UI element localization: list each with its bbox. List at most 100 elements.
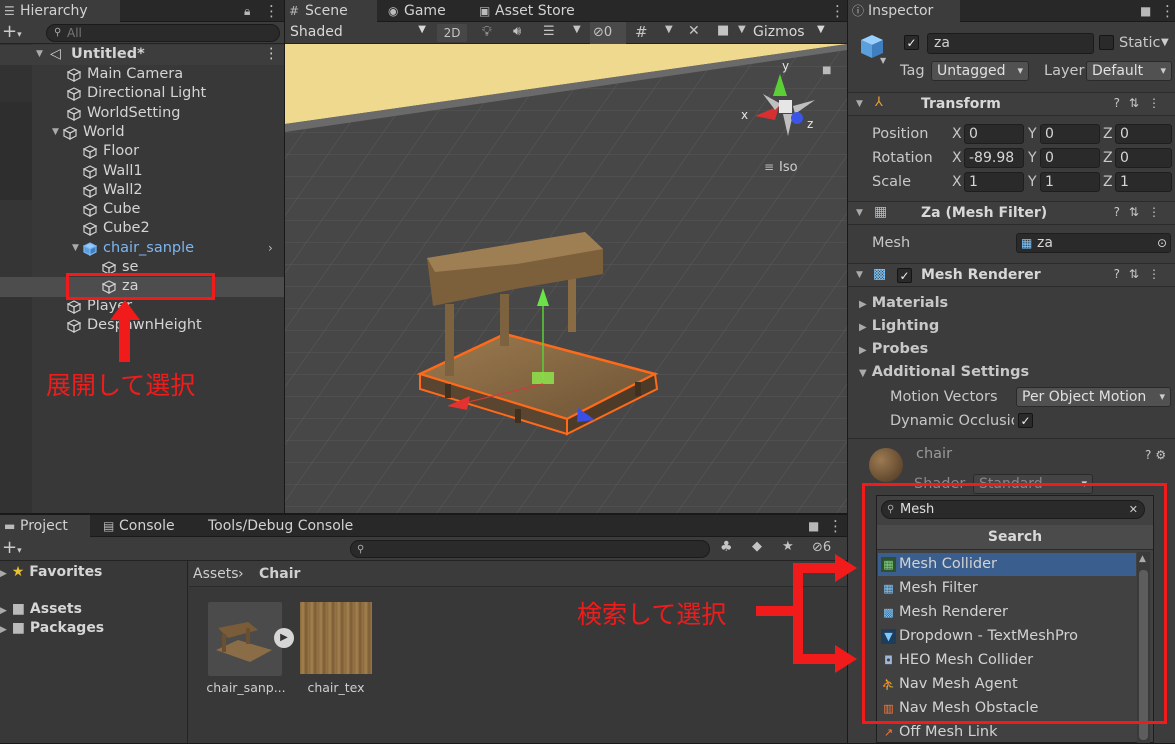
tab-asset-store[interactable]: ▣ Asset Store [475,0,595,22]
mesh-renderer-enabled-checkbox[interactable]: ✓ [897,268,912,283]
dynamic-occlusion-checkbox[interactable]: ✓ [1018,413,1033,428]
component-header-icons[interactable]: ?⇅⋮ [1114,96,1169,110]
collapse-arrow-icon[interactable]: ▼ [856,208,863,218]
hierarchy-item[interactable]: ▼ World [0,123,284,143]
favorite-star-icon[interactable]: ★ [782,539,794,554]
tab-debug-console[interactable]: Tools/Debug Console [188,515,368,537]
expand-arrow-icon[interactable]: ▼ [72,239,79,259]
breadcrumb-assets[interactable]: Assets [193,561,239,587]
asset-chair-texture[interactable] [300,602,372,674]
assets-folder[interactable]: ▶ ■ Assets [0,601,82,617]
project-lock-icon[interactable]: ■ [808,515,819,537]
tab-scene[interactable]: # Scene [285,0,377,22]
mesh-filter-header[interactable]: ▼ ▦ Za (Mesh Filter) ?⇅⋮ [848,201,1175,225]
camera-dropdown-icon[interactable]: ▼ [738,24,746,35]
play-preview-button[interactable]: ▶ [274,628,294,648]
tab-inspector[interactable]: ⓘ Inspector [848,0,960,22]
object-name-input[interactable]: za [927,33,1094,54]
expand-arrow-icon[interactable]: ▼ [52,123,59,143]
position-z-field[interactable]: 0 [1115,124,1172,144]
camera-icon[interactable]: ■ [717,23,729,38]
expand-arrow-icon[interactable]: ▶ [0,625,7,635]
tools-icon[interactable]: ✕ [688,23,700,39]
hierarchy-item[interactable]: DespawnHeight [0,316,284,336]
material-header-icons[interactable]: ?⚙ [1145,448,1170,462]
audio-toggle-icon[interactable]: 🔊︎ [513,24,521,39]
hierarchy-item[interactable]: ▼ chair_sanple › [0,239,284,259]
static-checkbox[interactable] [1099,35,1114,50]
lighting-foldout[interactable]: ▶ Lighting [859,318,939,334]
project-search-input[interactable]: ⚲ [350,540,710,558]
scene-more-options-icon[interactable]: ⋮ [830,0,845,22]
rotation-z-field[interactable]: 0 [1115,148,1172,168]
component-header-icons[interactable]: ?⇅⋮ [1114,205,1169,219]
effects-toggle-icon[interactable]: ☰ [543,24,555,39]
projection-menu-icon[interactable]: ≡ [764,160,774,174]
scene-viewport[interactable]: y x z ■ ≡ Iso [285,44,847,513]
popup-component-item[interactable]: ↗ Off Mesh Link [878,721,1136,744]
hierarchy-item[interactable]: WorldSetting [0,104,284,124]
materials-foldout[interactable]: ▶ Materials [859,295,948,311]
asset-chair-model[interactable]: ▶ [208,602,294,676]
inspector-lock-icon[interactable]: ■ [1140,0,1151,22]
rotation-y-field[interactable]: 0 [1040,148,1100,168]
transform-header[interactable]: ▼ ⅄ Transform ?⇅⋮ [848,92,1175,116]
scene-lock-icon[interactable]: ■ [822,65,831,76]
shading-mode-dropdown[interactable]: Shaded ▼ [290,24,430,40]
layer-dropdown[interactable]: Default [1086,61,1172,81]
filter-label-icon[interactable]: ◆ [752,539,762,554]
favorites-item[interactable]: ▶ ★ Favorites [0,564,102,580]
project-create-button[interactable]: +▾ [2,537,22,562]
position-y-field[interactable]: 0 [1040,124,1100,144]
expand-arrow-icon[interactable]: ▶ [0,606,7,616]
inspector-more-options-icon[interactable]: ⋮ [1160,0,1175,22]
scale-x-field[interactable]: 1 [964,172,1024,192]
effects-dropdown-icon[interactable]: ▼ [573,24,581,35]
collapse-arrow-icon[interactable]: ▼ [856,270,863,280]
static-dropdown-icon[interactable]: ▼ [1161,37,1169,48]
position-x-field[interactable]: 0 [964,124,1024,144]
active-checkbox[interactable]: ✓ [904,35,919,50]
component-header-icons[interactable]: ?⇅⋮ [1114,267,1169,281]
hierarchy-item[interactable]: Cube2 [0,219,284,239]
lock-icon[interactable]: 🔒︎ [244,0,250,22]
additional-settings-foldout[interactable]: ▼ Additional Settings [859,364,1029,380]
probes-foldout[interactable]: ▶ Probes [859,341,928,357]
scale-y-field[interactable]: 1 [1040,172,1100,192]
hierarchy-item[interactable]: Wall2 [0,181,284,201]
move-gizmo-center[interactable] [532,372,554,384]
more-options-icon[interactable]: ⋮ [264,0,279,22]
scene-menu-icon[interactable]: ⋮ [264,45,279,65]
tab-game[interactable]: ◉ Game [384,0,464,22]
tab-console[interactable]: ▤ Console [99,515,194,537]
gizmo-center-cube[interactable] [779,100,792,113]
filter-type-icon[interactable]: ♣ [720,539,733,555]
projection-label[interactable]: Iso [779,160,798,175]
hierarchy-item[interactable]: Floor [0,142,284,162]
hierarchy-scene-root[interactable]: ▼ ◁ Untitled* ⋮ [0,45,284,65]
hierarchy-item[interactable]: Wall1 [0,162,284,182]
expand-arrow-icon[interactable]: ▶ [0,569,7,579]
hierarchy-item[interactable]: Cube [0,200,284,220]
toggle-2d-button[interactable]: 2D [437,24,467,42]
collapse-arrow-icon[interactable]: ▼ [856,99,863,109]
hierarchy-item[interactable]: Directional Light [0,84,284,104]
breadcrumb-chair[interactable]: Chair [259,561,300,587]
tab-hierarchy[interactable]: ☰ Hierarchy [0,0,120,22]
hierarchy-item[interactable]: Main Camera [0,65,284,85]
expand-arrow-icon[interactable]: ▼ [36,45,43,65]
lighting-toggle-icon[interactable]: 💡︎ [482,24,492,40]
hierarchy-search-input[interactable]: ⚲ All [46,24,280,42]
object-picker-icon[interactable]: ⊙ [1157,234,1167,252]
hidden-objects-toggle[interactable]: ⊘0 [590,22,626,44]
tag-dropdown[interactable]: Untagged [931,61,1029,81]
gizmo-z-cone[interactable] [791,112,803,124]
chevron-right-icon[interactable]: › [268,239,273,259]
grid-dropdown-icon[interactable]: ▼ [665,24,673,35]
project-more-options-icon[interactable]: ⋮ [828,515,843,537]
hidden-packages-toggle[interactable]: ⊘6 [812,540,831,555]
grid-toggle-icon[interactable]: # [635,23,648,41]
rotation-x-field[interactable]: -89.98 [964,148,1024,168]
packages-folder[interactable]: ▶ ■ Packages [0,620,104,636]
gizmos-dropdown[interactable]: Gizmos ▼ [753,24,833,40]
